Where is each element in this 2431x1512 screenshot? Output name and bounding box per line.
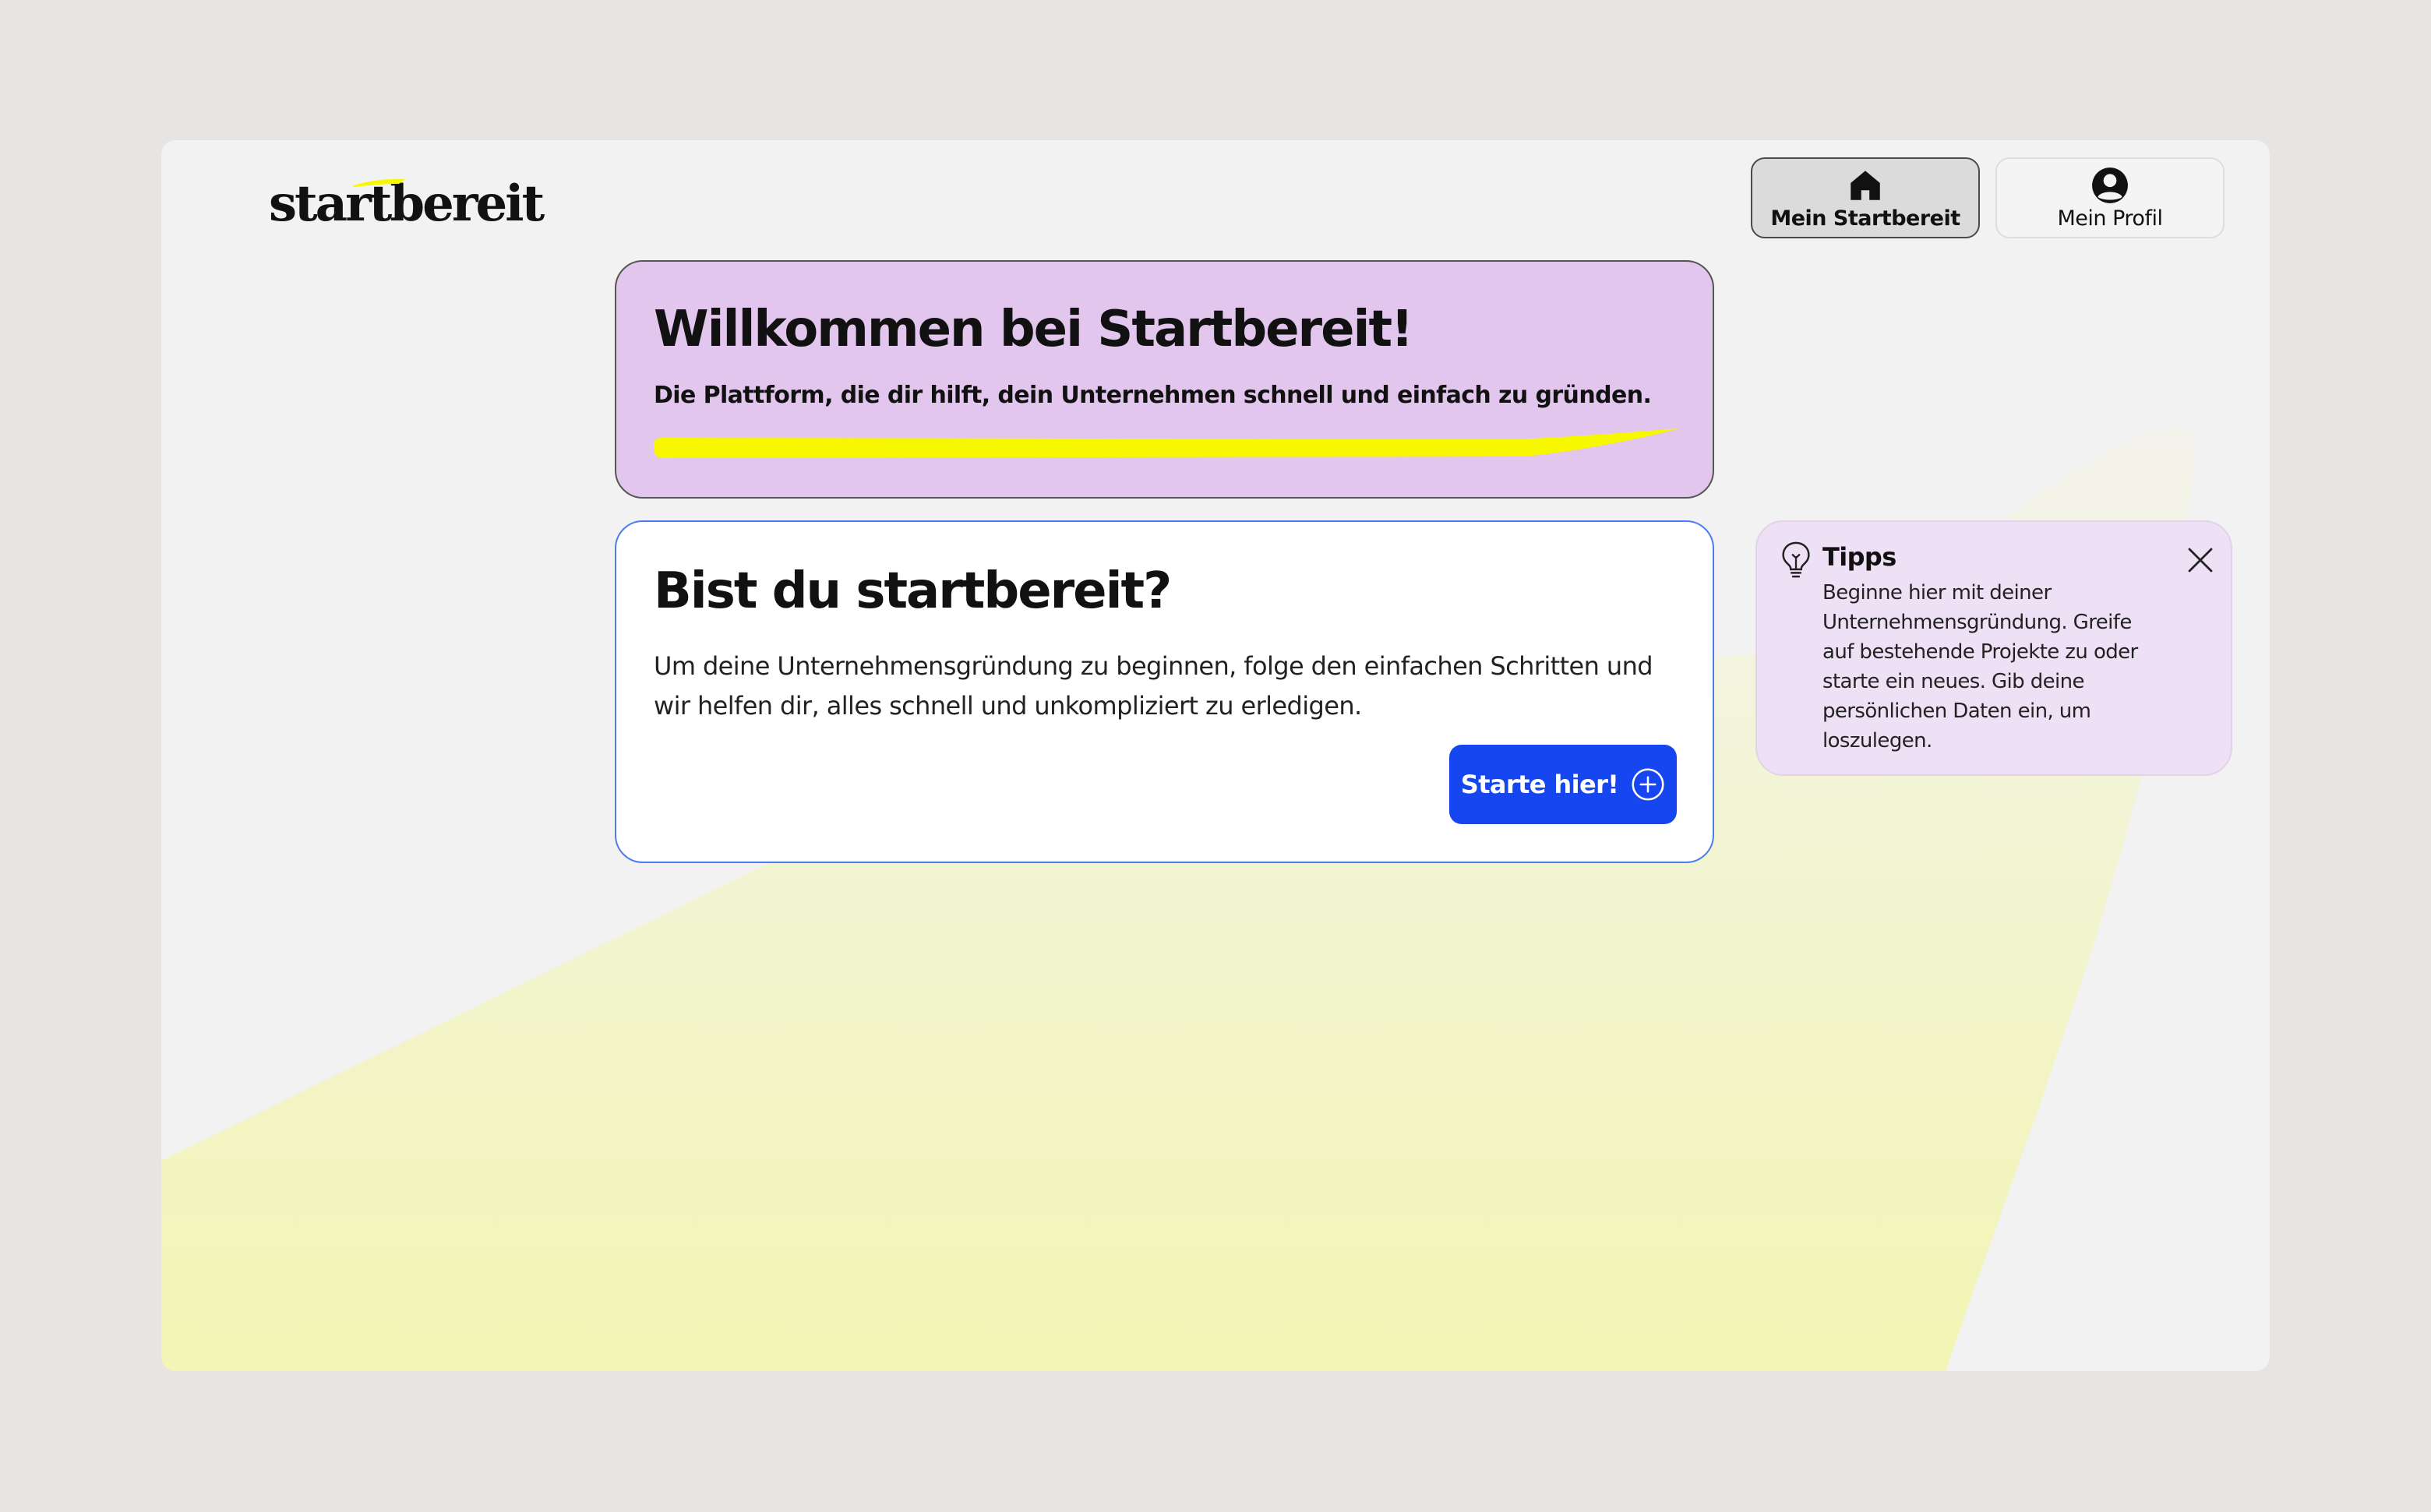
lightbulb-icon [1782, 541, 1810, 578]
welcome-subtitle: Die Plattform, die dir hilft, dein Unter… [654, 382, 1652, 409]
close-icon[interactable] [2184, 544, 2217, 576]
highlight-stroke [654, 428, 1679, 458]
home-icon [1851, 170, 1880, 200]
logo-swash [354, 178, 405, 187]
start-card: Bist du startbereit? Um deine Unternehme… [615, 520, 1714, 863]
nav-label: Mein Startbereit [1770, 206, 1960, 231]
tips-card: Tipps Beginne hier mit deiner Unternehme… [1755, 520, 2232, 776]
app-frame: startbereit Mein Startbereit Mein Profil… [161, 140, 2270, 1371]
start-here-button[interactable]: Starte hier! [1449, 745, 1677, 824]
start-description: Um deine Unternehmensgründung zu beginne… [654, 651, 1653, 721]
tips-text: Beginne hier mit deiner Unternehmensgrün… [1822, 581, 2138, 752]
nav-label: Mein Profil [2057, 206, 2163, 231]
tips-title: Tipps [1822, 542, 1896, 572]
start-button-label: Starte hier! [1460, 770, 1619, 799]
welcome-card: Willkommen bei Startbereit! Die Plattfor… [615, 260, 1714, 499]
welcome-title: Willkommen bei Startbereit! [654, 301, 1413, 358]
nav-mein-profil[interactable]: Mein Profil [1995, 157, 2225, 238]
user-circle-icon [2092, 167, 2128, 203]
nav-mein-startbereit[interactable]: Mein Startbereit [1751, 157, 1980, 238]
start-title: Bist du startbereit? [654, 562, 1172, 620]
plus-circle-icon [1632, 768, 1664, 801]
